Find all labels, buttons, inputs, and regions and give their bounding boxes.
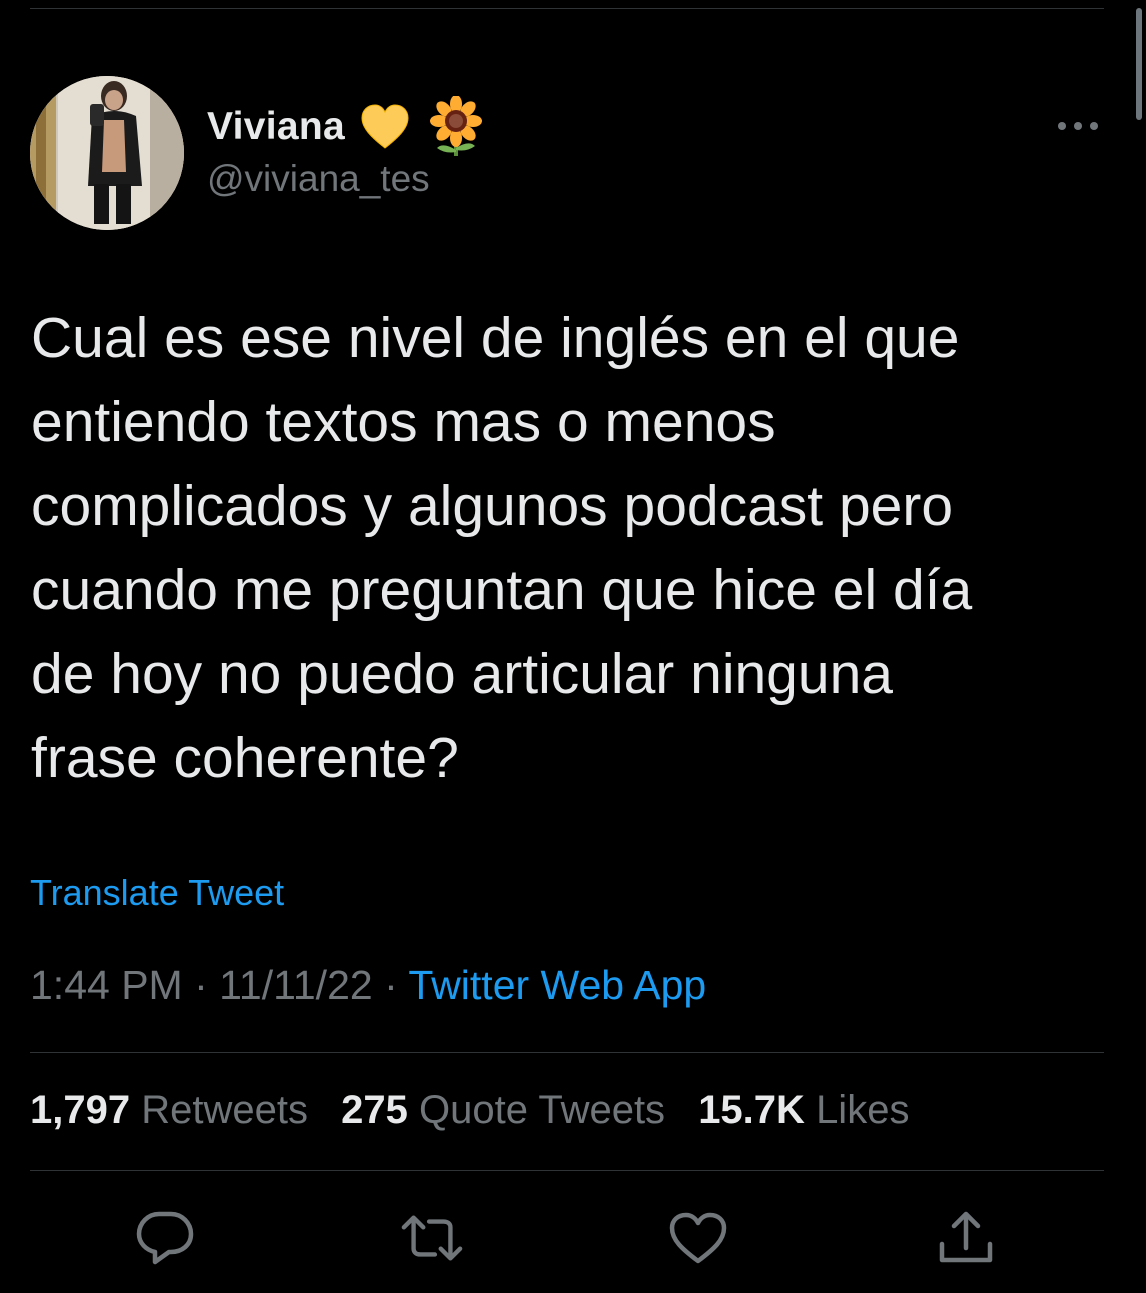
- retweet-icon: [401, 1215, 463, 1261]
- likes-stat[interactable]: 15.7K Likes: [698, 1088, 909, 1132]
- reply-icon: [136, 1211, 194, 1265]
- quote-tweets-count: 275: [341, 1088, 408, 1132]
- tweet-metadata: 1:44 PM · 11/11/22 · Twitter Web App: [30, 962, 706, 1009]
- author-name-row[interactable]: Viviana: [207, 96, 485, 158]
- tweet-detail: Viviana @viviana_tes Cual es ese nivel d…: [0, 0, 1146, 1293]
- author-handle[interactable]: @viviana_tes: [207, 158, 430, 200]
- top-divider: [30, 8, 1104, 9]
- share-icon: [939, 1211, 993, 1263]
- avatar-photo: [30, 76, 184, 230]
- retweet-button[interactable]: [400, 1208, 464, 1268]
- sunflower-icon: [429, 96, 482, 156]
- quote-tweets-label: Quote Tweets: [418, 1088, 666, 1132]
- retweets-count: 1,797: [30, 1088, 131, 1132]
- more-options-button[interactable]: [1052, 110, 1104, 142]
- meta-separator: ·: [384, 962, 398, 1008]
- scrollbar-thumb[interactable]: [1136, 8, 1142, 120]
- likes-count: 15.7K: [698, 1088, 805, 1132]
- share-button[interactable]: [934, 1208, 998, 1268]
- tweet-source-link[interactable]: Twitter Web App: [408, 962, 706, 1008]
- meta-separator: ·: [194, 962, 208, 1008]
- likes-label: Likes: [816, 1088, 910, 1132]
- tweet-text: Cual es ese nivel de inglés en el que en…: [31, 306, 973, 790]
- translate-tweet-link[interactable]: Translate Tweet: [30, 872, 284, 914]
- retweets-label: Retweets: [141, 1088, 308, 1132]
- retweets-stat[interactable]: 1,797 Retweets: [30, 1088, 308, 1132]
- like-icon: [669, 1212, 727, 1264]
- stats-top-divider: [30, 1052, 1104, 1053]
- tweet-time[interactable]: 1:44 PM: [30, 962, 183, 1008]
- yellow-heart-icon: [361, 104, 409, 149]
- tweet-stats: 1,797 Retweets 275 Quote Tweets 15.7K Li…: [30, 1088, 931, 1133]
- quote-tweets-stat[interactable]: 275 Quote Tweets: [341, 1088, 665, 1132]
- author-display-name[interactable]: Viviana: [207, 105, 345, 149]
- tweet-date[interactable]: 11/11/22: [219, 962, 373, 1008]
- like-button[interactable]: [666, 1208, 730, 1268]
- stats-bottom-divider: [30, 1170, 1104, 1171]
- avatar[interactable]: [30, 76, 184, 230]
- more-dots-icon: [1058, 122, 1098, 130]
- reply-button[interactable]: [133, 1208, 197, 1268]
